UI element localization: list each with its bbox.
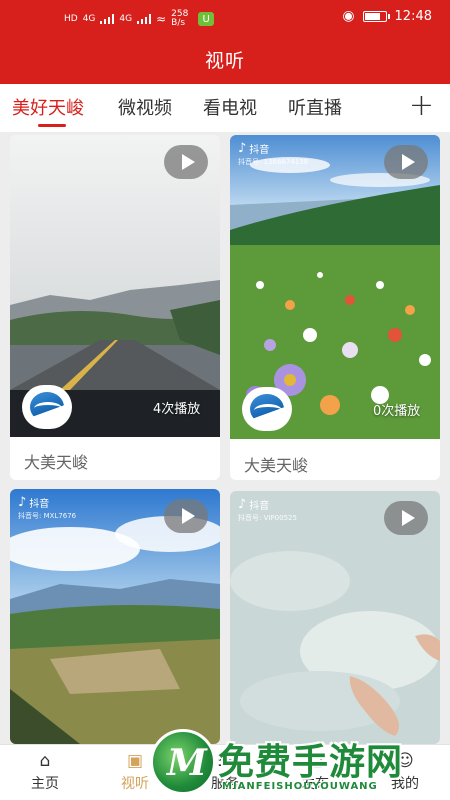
tiktok-icon: ♪	[238, 141, 247, 156]
home-icon: ⌂	[39, 751, 51, 771]
watermark-logo	[150, 729, 216, 795]
site-watermark: 免费手游网 MIANFEISHOUYOUWANG	[150, 725, 450, 800]
nav-home[interactable]: ⌂ 主页	[10, 745, 80, 800]
tiktok-label: 抖音	[249, 501, 270, 512]
clock: 12:48	[394, 8, 432, 24]
play-icon[interactable]	[164, 145, 208, 179]
signal-icon	[100, 14, 115, 24]
channel-logo	[22, 385, 72, 429]
play-icon[interactable]	[164, 499, 208, 533]
watermark-subtitle: MIANFEISHOUYOUWANG	[222, 781, 378, 792]
video-card-1[interactable]: 4次播放 大美天峻	[10, 135, 220, 480]
nav-label: 主页	[31, 776, 59, 792]
tab-live-radio[interactable]: 听直播	[288, 94, 342, 120]
watermark-title: 免费手游网	[218, 742, 404, 783]
video-caption: 大美天峻	[244, 456, 309, 475]
tiktok-watermark: ♪ 抖音	[238, 141, 269, 156]
play-count: 4次播放	[153, 402, 201, 417]
signal-label-1: 4G	[82, 14, 96, 24]
network-speed: 258 B/s	[171, 9, 189, 28]
signal-icon-2	[137, 14, 152, 24]
tab-bar: 美好天峻 微视频 看电视 听直播 +	[0, 84, 450, 132]
tiktok-label: 抖音	[29, 499, 50, 510]
page-title: 视听	[204, 50, 245, 72]
tab-micro-video[interactable]: 微视频	[118, 94, 172, 120]
eye-icon: ◉	[342, 8, 355, 24]
active-tab-indicator	[38, 124, 66, 127]
channel-logo	[242, 387, 292, 431]
tiktok-id: 抖音号: MXL7676	[18, 512, 77, 520]
tab-watch-tv[interactable]: 看电视	[203, 94, 257, 120]
video-caption: 大美天峻	[24, 453, 89, 472]
tiktok-icon: ♪	[18, 495, 27, 510]
tiktok-icon: ♪	[238, 497, 247, 512]
tiktok-watermark: ♪ 抖音	[238, 497, 269, 512]
tiktok-watermark: ♪ 抖音	[18, 495, 49, 510]
tiktok-label: 抖音	[249, 145, 270, 156]
video-card-4[interactable]: ♪ 抖音 抖音号: VIP00525	[230, 491, 440, 744]
play-icon[interactable]	[384, 145, 428, 179]
play-icon[interactable]	[384, 501, 428, 535]
tab-meihao-tianjun[interactable]: 美好天峻	[12, 94, 84, 120]
signal-label-2: 4G	[119, 14, 133, 24]
video-card-3[interactable]: ♪ 抖音 抖音号: MXL7676	[10, 489, 220, 744]
wifi-icon: ≈	[156, 12, 167, 26]
battery-icon	[362, 10, 390, 22]
status-bar: HD 4G 4G ≈ 258 B/s U ◉ 12:48	[0, 8, 450, 32]
tiktok-id: 抖音号: 1366674138	[238, 158, 309, 166]
video-card-2[interactable]: ♪ 抖音 抖音号: 1366674138 0次播放 大美天峻	[230, 135, 440, 480]
app-header: HD 4G 4G ≈ 258 B/s U ◉ 12:48 视听	[0, 0, 450, 84]
app-notification-icon: U	[198, 12, 215, 26]
play-count: 0次播放	[373, 404, 421, 419]
tiktok-id: 抖音号: VIP00525	[238, 514, 297, 522]
network-type: HD	[64, 14, 78, 24]
add-tab-button[interactable]: +	[409, 88, 434, 123]
